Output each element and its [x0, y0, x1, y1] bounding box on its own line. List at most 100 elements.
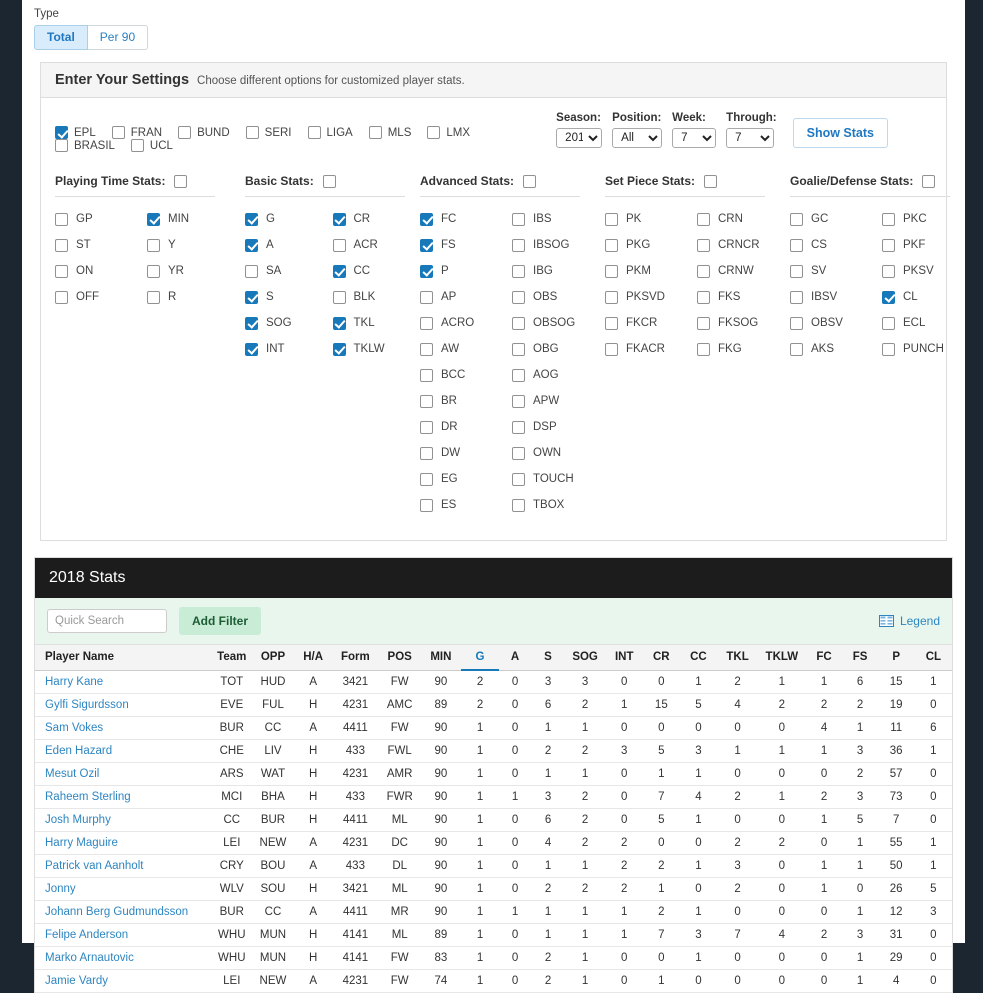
stat-checkbox-fs[interactable] [420, 238, 433, 252]
stat-checkbox-aw[interactable] [420, 342, 433, 356]
stat-option-pkf[interactable]: PKF [882, 232, 974, 258]
league-checkbox-epl[interactable] [55, 126, 68, 140]
stat-checkbox-obg[interactable] [512, 342, 525, 356]
quick-search-input[interactable] [47, 609, 167, 634]
stat-checkbox-pksvd[interactable] [605, 290, 618, 304]
stat-option-tkl[interactable]: TKL [332, 310, 421, 336]
stat-group-master-checkbox-basic[interactable] [322, 174, 336, 188]
stat-checkbox-ibsog[interactable] [512, 238, 525, 252]
stat-group-master-checkbox-set-piece[interactable] [704, 174, 718, 188]
stat-checkbox-fks[interactable] [697, 290, 710, 304]
league-checkbox-liga[interactable] [307, 126, 321, 140]
stat-checkbox-fksog[interactable] [697, 316, 710, 330]
player-name-link[interactable]: Harry Kane [35, 670, 213, 695]
stat-checkbox-obs[interactable] [512, 290, 525, 304]
stat-checkbox-crn[interactable] [697, 212, 710, 226]
stat-checkbox-pkf[interactable] [882, 238, 895, 252]
stat-option-acro[interactable]: ACRO [420, 310, 512, 336]
stat-option-cc[interactable]: CC [332, 258, 421, 284]
stat-checkbox-br[interactable] [420, 394, 433, 408]
player-name-link[interactable]: Sam Vokes [35, 716, 213, 741]
league-checkbox-fran[interactable] [111, 126, 125, 140]
stat-option-tklw[interactable]: TKLW [332, 336, 421, 362]
stat-checkbox-crncr[interactable] [697, 238, 710, 252]
stat-option-y[interactable]: Y [147, 232, 239, 258]
league-checkbox-mls[interactable] [368, 126, 382, 140]
stat-checkbox-tkl[interactable] [332, 316, 346, 330]
stat-checkbox-ibg[interactable] [512, 264, 525, 278]
stat-option-ap[interactable]: AP [420, 284, 512, 310]
stat-option-gp[interactable]: GP [55, 206, 147, 232]
league-option-ucl[interactable]: UCL [130, 139, 173, 153]
league-checkbox-brasil[interactable] [55, 139, 68, 153]
player-name-link[interactable]: Jamie Vardy [35, 969, 213, 993]
stat-checkbox-g[interactable] [245, 212, 258, 226]
stat-option-touch[interactable]: TOUCH [512, 466, 604, 492]
stat-option-sa[interactable]: SA [245, 258, 333, 284]
stat-checkbox-ecl[interactable] [882, 316, 895, 330]
stat-option-fks[interactable]: FKS [697, 284, 789, 310]
league-option-liga[interactable]: LIGA [307, 126, 353, 140]
league-option-epl[interactable]: EPL [55, 126, 96, 140]
column-header-cr[interactable]: CR [642, 645, 680, 671]
stat-option-dw[interactable]: DW [420, 440, 512, 466]
stat-checkbox-apw[interactable] [512, 394, 525, 408]
stat-option-pksvd[interactable]: PKSVD [605, 284, 697, 310]
stat-checkbox-aog[interactable] [512, 368, 525, 382]
stat-checkbox-tklw[interactable] [332, 342, 346, 356]
stat-option-dsp[interactable]: DSP [512, 414, 604, 440]
stat-option-int[interactable]: INT [245, 336, 333, 362]
type-per90-button[interactable]: Per 90 [87, 25, 149, 51]
stat-option-fs[interactable]: FS [420, 232, 512, 258]
stat-option-fkacr[interactable]: FKACR [605, 336, 697, 362]
player-name-link[interactable]: Raheem Sterling [35, 785, 213, 810]
stat-checkbox-crnw[interactable] [697, 264, 710, 278]
stat-option-obg[interactable]: OBG [512, 336, 604, 362]
stat-option-pk[interactable]: PK [605, 206, 697, 232]
column-header-g[interactable]: G [461, 645, 499, 672]
stat-checkbox-min[interactable] [147, 212, 160, 226]
column-header-tkl[interactable]: TKL [716, 645, 759, 671]
stat-checkbox-off[interactable] [55, 290, 68, 304]
stat-checkbox-obsv[interactable] [790, 316, 803, 330]
stat-option-s[interactable]: S [245, 284, 333, 310]
stat-option-aw[interactable]: AW [420, 336, 512, 362]
stat-option-obsv[interactable]: OBSV [790, 310, 882, 336]
stat-option-acr[interactable]: ACR [332, 232, 421, 258]
stat-checkbox-bcc[interactable] [420, 368, 433, 382]
select-through[interactable]: 7 [726, 128, 775, 149]
stat-group-master-checkbox-advanced[interactable] [523, 174, 537, 188]
column-header-form[interactable]: Form [331, 645, 380, 671]
league-option-mls[interactable]: MLS [368, 126, 411, 140]
player-name-link[interactable]: Felipe Anderson [35, 923, 213, 948]
stat-checkbox-pkm[interactable] [605, 264, 618, 278]
stat-option-punch[interactable]: PUNCH [882, 336, 974, 362]
stat-option-ecl[interactable]: ECL [882, 310, 974, 336]
player-name-link[interactable]: Marko Arnautovic [35, 946, 213, 971]
stat-option-gc[interactable]: GC [790, 206, 882, 232]
add-filter-button[interactable]: Add Filter [179, 607, 261, 636]
stat-checkbox-gc[interactable] [790, 212, 803, 226]
stat-group-master-checkbox-goalie-defense[interactable] [922, 174, 936, 188]
stat-checkbox-cs[interactable] [790, 238, 803, 252]
stat-option-st[interactable]: ST [55, 232, 147, 258]
stat-option-on[interactable]: ON [55, 258, 147, 284]
league-checkbox-lmx[interactable] [427, 126, 441, 140]
select-week[interactable]: 7 [672, 128, 717, 149]
column-header-fc[interactable]: FC [805, 645, 843, 671]
stat-checkbox-dsp[interactable] [512, 420, 525, 434]
stat-option-pkg[interactable]: PKG [605, 232, 697, 258]
column-header-cc[interactable]: CC [679, 645, 717, 671]
league-option-seri[interactable]: SERI [245, 126, 292, 140]
stat-option-cr[interactable]: CR [332, 206, 421, 232]
stat-checkbox-tbox[interactable] [512, 498, 525, 512]
league-checkbox-bund[interactable] [178, 126, 192, 140]
stat-group-master-checkbox-playing-time[interactable] [174, 174, 188, 188]
stat-checkbox-dr[interactable] [420, 420, 433, 434]
stat-option-pkm[interactable]: PKM [605, 258, 697, 284]
stat-option-ibsv[interactable]: IBSV [790, 284, 882, 310]
stat-option-r[interactable]: R [147, 284, 239, 310]
stat-checkbox-y[interactable] [147, 238, 160, 252]
stat-option-pksv[interactable]: PKSV [882, 258, 974, 284]
stat-checkbox-obsog[interactable] [512, 316, 525, 330]
